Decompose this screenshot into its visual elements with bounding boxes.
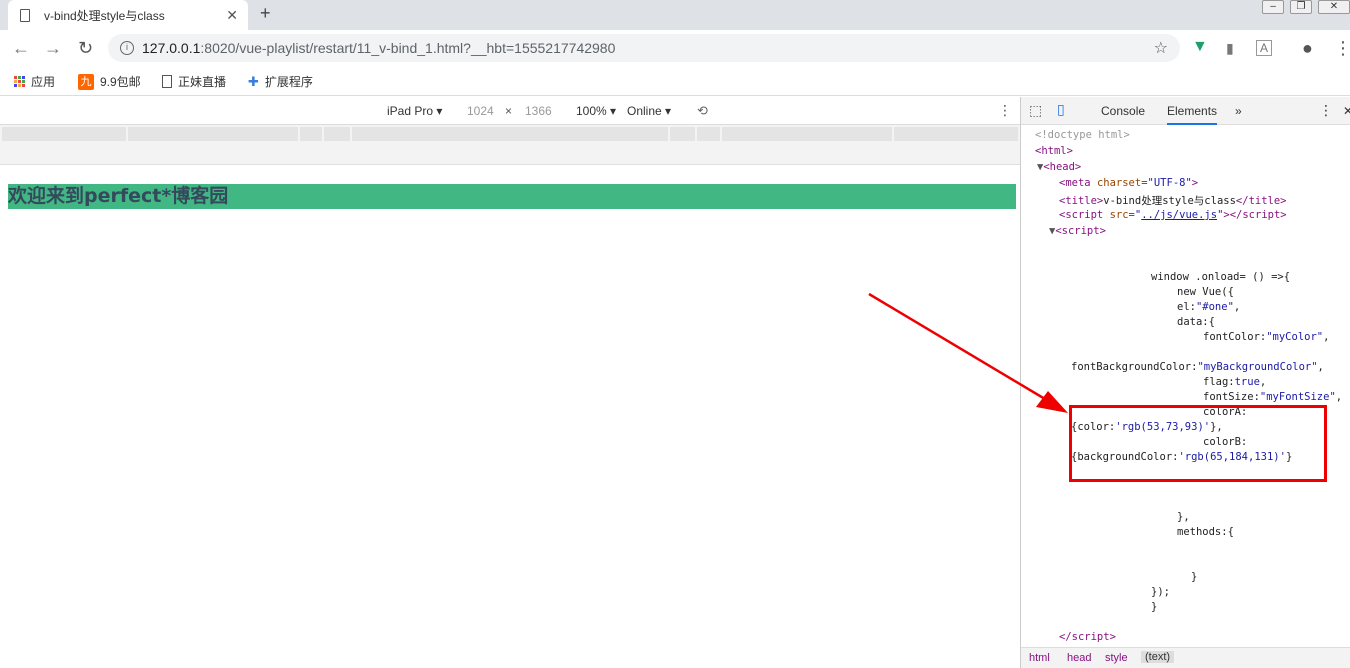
- page-icon: [162, 75, 172, 88]
- vue-devtools-icon[interactable]: ▼: [1192, 38, 1208, 56]
- code-line[interactable]: <script src="../js/vue.js"></script>: [1059, 209, 1287, 221]
- restore-icon[interactable]: ❐: [1290, 0, 1312, 14]
- tab-console[interactable]: Console: [1101, 104, 1145, 118]
- bookmark-live[interactable]: 正妹直播: [162, 73, 226, 90]
- menu-icon[interactable]: ⋮: [1334, 38, 1350, 59]
- browser-tab[interactable]: v-bind处理style与class ✕: [8, 0, 248, 30]
- code-line[interactable]: data:{: [1177, 316, 1215, 328]
- times-sign: ×: [505, 104, 513, 118]
- code-line[interactable]: fontColor:"myColor",: [1203, 331, 1329, 343]
- media-segment[interactable]: [894, 127, 1018, 141]
- bookmark-star-icon[interactable]: ☆: [1154, 38, 1168, 58]
- media-segment[interactable]: [670, 127, 695, 141]
- code-line[interactable]: });: [1151, 586, 1170, 598]
- code-line[interactable]: window .onload= () =>{: [1151, 271, 1290, 283]
- info-icon[interactable]: i: [120, 41, 134, 55]
- rotate-icon[interactable]: ⟲: [697, 103, 708, 119]
- code-line[interactable]: new Vue({: [1177, 286, 1234, 298]
- apps-grid-icon: [14, 76, 25, 87]
- new-tab-icon[interactable]: +: [260, 3, 271, 24]
- device-select[interactable]: iPad Pro ▾: [387, 104, 442, 118]
- device-toggle-icon[interactable]: ▯: [1057, 101, 1065, 118]
- media-segment[interactable]: [352, 127, 668, 141]
- network-select[interactable]: Online ▾: [627, 104, 671, 118]
- puzzle-icon: ✚: [248, 73, 259, 89]
- annotation-box: [1069, 405, 1327, 482]
- media-query-bar: [0, 125, 1020, 165]
- media-segment[interactable]: [697, 127, 720, 141]
- height-input[interactable]: 1366: [525, 104, 552, 118]
- code-line[interactable]: <html>: [1035, 145, 1073, 157]
- code-line[interactable]: el:"#one",: [1177, 301, 1240, 313]
- width-input[interactable]: 1024: [467, 104, 494, 118]
- tab-title: v-bind处理style与class: [44, 8, 165, 23]
- more-tabs-icon[interactable]: »: [1235, 104, 1242, 118]
- elements-tree: <!doctype html> <html> ▼<head> <meta cha…: [1021, 127, 1350, 647]
- greeting-heading: 欢迎来到perfect*博客园: [8, 184, 1016, 209]
- code-line[interactable]: }: [1191, 571, 1197, 583]
- crumb-text[interactable]: (text): [1141, 651, 1175, 663]
- code-line[interactable]: methods:{: [1177, 526, 1234, 538]
- code-line[interactable]: ▼<head>: [1037, 161, 1081, 173]
- bookmark-extensions[interactable]: ✚ 扩展程序: [248, 73, 313, 90]
- media-segment[interactable]: [2, 127, 126, 141]
- tab-elements[interactable]: Elements: [1167, 104, 1218, 125]
- page-viewport: 欢迎来到perfect*博客园: [0, 165, 1020, 668]
- media-segment[interactable]: [128, 127, 298, 141]
- code-line[interactable]: fontSize:"myFontSize",: [1203, 391, 1342, 403]
- minimize-icon[interactable]: –: [1262, 0, 1284, 14]
- zoom-select[interactable]: 100% ▾: [576, 104, 616, 118]
- media-segment[interactable]: [324, 127, 350, 141]
- account-icon[interactable]: ●: [1302, 38, 1313, 59]
- breadcrumb: html head style (text): [1021, 647, 1350, 668]
- media-segment[interactable]: [300, 127, 322, 141]
- close-devtools-icon[interactable]: ✕: [1343, 104, 1350, 118]
- code-line[interactable]: <meta charset="UTF-8">: [1059, 177, 1198, 189]
- code-line[interactable]: }: [1151, 601, 1157, 613]
- code-line[interactable]: <!doctype html>: [1035, 129, 1130, 141]
- reload-icon[interactable]: ↻: [78, 38, 93, 59]
- close-tab-icon[interactable]: ✕: [226, 7, 238, 24]
- code-line[interactable]: </script>: [1059, 631, 1116, 643]
- inspect-icon[interactable]: ⬚: [1029, 102, 1042, 119]
- code-line[interactable]: fontBackgroundColor:"myBackgroundColor",: [1071, 361, 1324, 373]
- code-line[interactable]: ▼<script>: [1049, 225, 1106, 237]
- tab-strip: v-bind处理style与class ✕ + – ❐ ✕: [0, 0, 1350, 30]
- devtools-tabs: ⬚ ▯ Console Elements » ⋮ ✕: [1021, 97, 1350, 125]
- jiu-logo-icon: 九: [78, 73, 94, 90]
- device-toolbar: iPad Pro ▾ 1024 × 1366 100% ▾ Online ▾ ⟲…: [0, 97, 1020, 125]
- page-icon: [20, 8, 30, 22]
- bookmark-jiu[interactable]: 九 9.9包邮: [78, 73, 141, 90]
- bookmark-apps[interactable]: 应用: [14, 73, 55, 90]
- crumb-style[interactable]: style: [1105, 652, 1128, 664]
- code-line[interactable]: flag:true,: [1203, 376, 1266, 388]
- extension-icon[interactable]: ▮: [1226, 40, 1234, 57]
- devtools-menu-icon[interactable]: ⋮: [1319, 102, 1333, 119]
- close-window-icon[interactable]: ✕: [1318, 0, 1350, 14]
- bookmarks-bar: 应用 九 9.9包邮 正妹直播 ✚ 扩展程序: [0, 66, 1350, 96]
- code-line[interactable]: <title>v-bind处理style与class</title>: [1059, 193, 1287, 208]
- crumb-html[interactable]: html: [1029, 652, 1050, 664]
- translate-icon[interactable]: A: [1256, 40, 1273, 56]
- url-path: :8020/vue-playlist/restart/11_v-bind_1.h…: [200, 40, 616, 56]
- address-bar[interactable]: i 127.0.0.1:8020/vue-playlist/restart/11…: [108, 34, 1180, 62]
- url-host: 127.0.0.1: [142, 40, 201, 56]
- devtools-panel: ⬚ ▯ Console Elements » ⋮ ✕ <!doctype htm…: [1020, 97, 1350, 668]
- crumb-head[interactable]: head: [1067, 652, 1091, 664]
- code-line[interactable]: },: [1177, 511, 1190, 523]
- forward-icon[interactable]: →: [44, 38, 62, 59]
- media-segment[interactable]: [722, 127, 892, 141]
- back-icon[interactable]: ←: [12, 38, 30, 59]
- more-options-icon[interactable]: ⋮: [998, 102, 1012, 119]
